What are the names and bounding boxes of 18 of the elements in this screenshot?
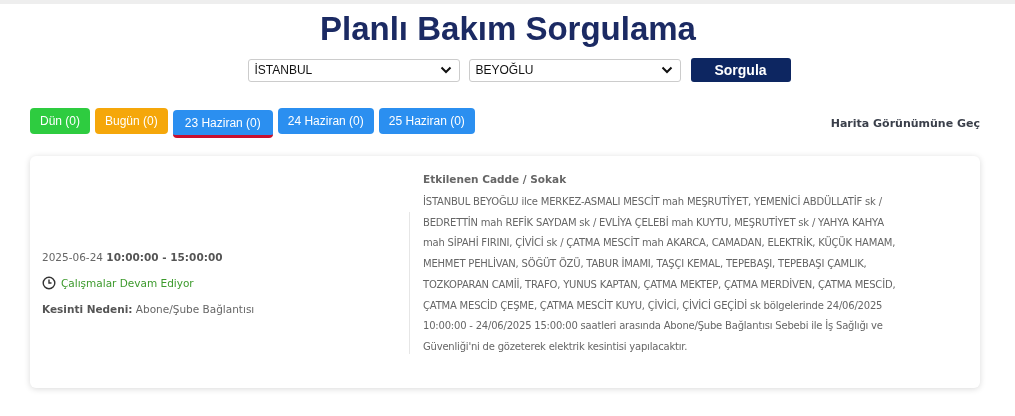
dropdown-field[interactable]: BEYOĞLU (468, 58, 681, 82)
day-tab[interactable]: 25 Haziran (0) (378, 108, 475, 134)
outage-time: 2025-06-24 10:00:00 - 15:00:00 (42, 251, 224, 263)
query-button[interactable]: Sorgula (690, 58, 791, 82)
streets-heading: Etkilenen Cadde / Sokak (423, 172, 568, 186)
chevron-down-icon (439, 66, 452, 74)
chevron-down-icon (660, 66, 673, 74)
map-view-link[interactable]: Harita Görünümüne Geç (830, 116, 980, 130)
day-tab[interactable]: Bugün (0) (95, 108, 168, 134)
clock-icon (42, 276, 56, 290)
outage-description: İSTANBUL BEYOĞLU ilce MERKEZ-ASMALI MESCİT mah MEŞRUTİYET, YEMENİCİ ABDÜLLATİF sk / BEDRETTİN mah REFİK SAYDAM sk / EVLİYA ÇELEBİ mah KUYTU, MEŞRUTİYET sk / YAHYA KAHYA mah SİPAHİ FIRINI, ÇİVİCİ sk / ÇATMA MESCİT mah AKARCA, CAMADAN, ELEKTRİK, KÜÇÜK HAMAM, MEHMET PEHLİVAN, SÖĞÜT ÖZÜ, TABUR İMAMI, TAŞÇI KEMAL, TEPEBAŞI, TEPEBAŞI ÇAMLIK, TOZKOPARAN CAMİİ, TRAFO, YUNUS KAPTAN, ÇATMA MEKTEP, ÇATMA MERDİVEN, ÇATMA MESCİD, ÇATMA MESCİD ÇEŞME, ÇATMA MESCİT KUYU, ÇİVİCİ, ÇİVİCİ GEÇİDİ sk bölgelerinde 24/06/2025 10:00:00 - 24/06/2025 15:00:00 saatleri arasında Abone/Şube Bağlantısı Sebebi ile İş Sağlığı ve Güvenliği'ni de gözeterek elektrik kesintisi yapılacaktır. (423, 194, 897, 354)
day-tab[interactable]: Dün (0) (30, 108, 90, 134)
day-tab[interactable]: 24 Haziran (0) (277, 108, 374, 134)
outage-reason: Kesinti Nedeni: Abone/Şube Bağlantısı (42, 303, 256, 315)
status-text: Çalışmalar Devam Ediyor (61, 277, 194, 289)
day-tab[interactable]: 23 Haziran (0) (172, 110, 273, 138)
page-title: Planlı Bakım Sorgulama (319, 10, 697, 48)
dropdown-field[interactable]: İSTANBUL (247, 58, 460, 82)
